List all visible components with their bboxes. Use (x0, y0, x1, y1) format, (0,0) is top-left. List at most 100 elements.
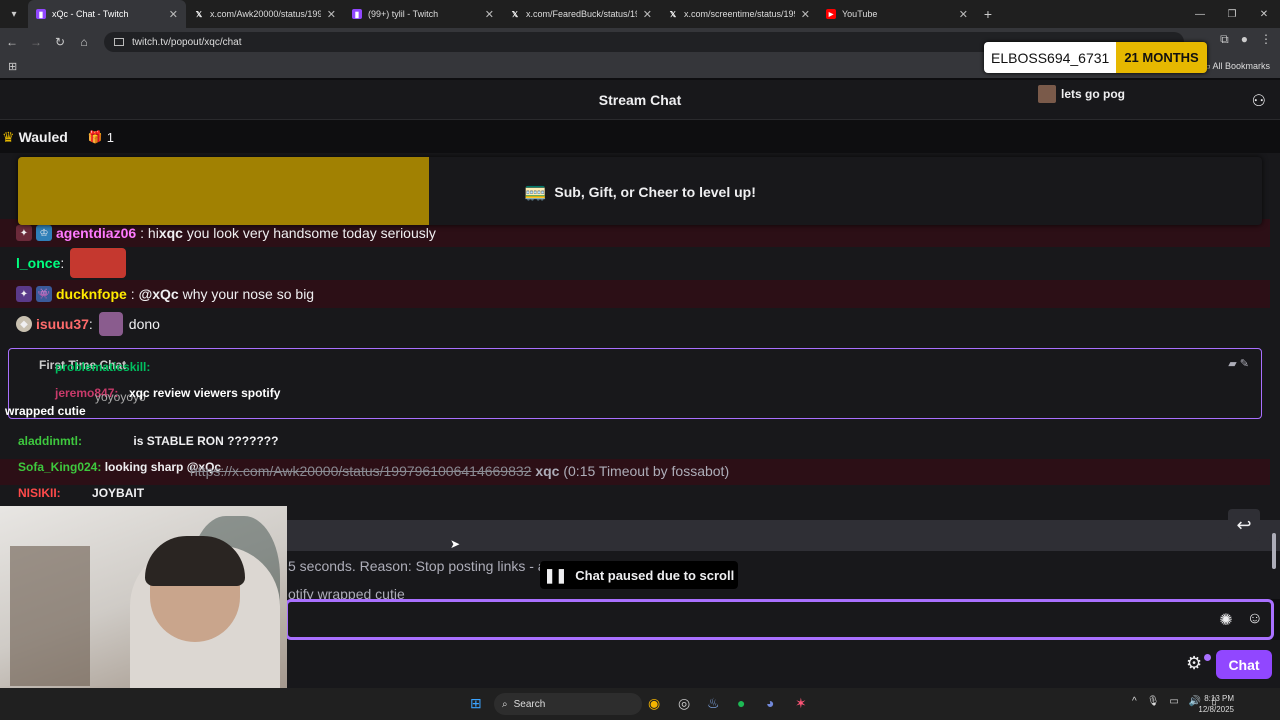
new-tab-button[interactable]: + (976, 6, 1000, 22)
chat-username[interactable]: l_once (16, 255, 60, 271)
crown-icon: ♛ (2, 128, 15, 145)
close-icon[interactable]: ✕ (643, 8, 652, 21)
emote-image (70, 248, 127, 278)
close-icon[interactable]: ✕ (801, 8, 810, 21)
tab-3[interactable]: 𝕏 x.com/FearedBuck/status/1998 ✕ (502, 0, 660, 28)
minimize-icon[interactable]: — (1184, 0, 1216, 28)
mic-icon[interactable]: 🎙 (1147, 696, 1160, 707)
mod-reason-continued: otify wrapped cutie (288, 586, 405, 599)
chat-message[interactable]: aladdinmtl: is STABLE RON ??????? (18, 434, 278, 448)
pinned-user[interactable]: Wauled (19, 129, 68, 145)
close-icon[interactable]: ✕ (485, 8, 494, 21)
tab-title: YouTube (842, 9, 878, 19)
tab-1[interactable]: 𝕏 x.com/Awk20000/status/19980 ✕ (186, 0, 344, 28)
tab-4[interactable]: 𝕏 x.com/screentime/status/19980 ✕ (660, 0, 818, 28)
youtube-icon: ▶ (826, 9, 836, 19)
app-icon[interactable]: ✶ (795, 695, 807, 712)
all-bookmarks-link[interactable]: ▭ All Bookmarks (1202, 61, 1270, 72)
tab-title: xQc - Chat - Twitch (52, 9, 129, 19)
tab-5[interactable]: ▶ YouTube ✕ (818, 0, 976, 28)
discord-icon[interactable]: ◕ (766, 695, 774, 711)
tab-title: x.com/FearedBuck/status/1998 (526, 9, 637, 19)
chat-paused-button[interactable]: ❚❚ Chat paused due to scroll (540, 561, 738, 589)
site-info-icon[interactable] (114, 38, 124, 46)
profile-icon[interactable]: ● (1241, 32, 1248, 47)
hype-train-label: 🚃 Sub, Gift, or Cheer to level up! (524, 181, 756, 202)
hype-train-banner[interactable]: 🚃 Sub, Gift, or Cheer to level up! (18, 157, 1262, 225)
taskbar-search-label: Search (513, 698, 546, 710)
chat-username[interactable]: NISIKII: (18, 486, 61, 500)
chat-username[interactable]: ducknfope (56, 286, 127, 302)
chat-text: why your nose so big (178, 286, 315, 302)
hype-train-text: Sub, Gift, or Cheer to level up! (554, 183, 756, 200)
first-time-chat-box[interactable]: First Time Chat problematicskill: jeremo… (5, 348, 1262, 419)
tab-search-icon[interactable]: ▾ (0, 0, 28, 28)
gear-icon[interactable]: ⚙ (1186, 653, 1202, 674)
extensions-icon[interactable]: ⧉ (1220, 32, 1229, 47)
mouse-cursor-icon: ➤ (450, 537, 461, 551)
chat-message[interactable]: ◆ isuuu37 : dono (0, 310, 1270, 338)
obs-icon[interactable]: ◎ (678, 695, 690, 712)
chat-input-wrapper: ✺ ☺ (285, 599, 1274, 640)
chat-username[interactable]: Sofa_King024: (18, 460, 101, 474)
chat-username[interactable]: aladdinmtl: (18, 434, 82, 448)
chat-colon: : (60, 255, 65, 271)
edit-icon[interactable]: ▰ ✎ (1228, 357, 1249, 370)
chrome-icon[interactable]: ◉ (648, 695, 660, 712)
clock-date: 12/8/2025 (1198, 705, 1234, 714)
twitch-icon: ▮ (352, 9, 362, 19)
browser-tab-bar: ▾ ▮ xQc - Chat - Twitch ✕ 𝕏 x.com/Awk200… (0, 0, 1280, 28)
scrollbar-thumb[interactable] (1272, 533, 1276, 569)
sub-badge-icon: ✦ (16, 286, 32, 302)
menu-icon[interactable]: ⋮ (1260, 32, 1272, 47)
home-icon[interactable]: ⌂ (72, 35, 96, 49)
chat-input[interactable] (294, 608, 1174, 632)
tab-title: (99+) tylil - Twitch (368, 9, 439, 19)
chat-text: is STABLE RON ??????? (133, 434, 279, 448)
spotify-icon[interactable]: ● (737, 695, 745, 711)
chevron-up-icon[interactable]: ^ (1132, 696, 1137, 707)
sub-alert-months: 21 MONTHS (1116, 42, 1207, 73)
prime-badge-icon: ♔ (36, 225, 52, 241)
tab-2[interactable]: ▮ (99+) tylil - Twitch ✕ (344, 0, 502, 28)
reply-button[interactable]: ↩ (1228, 509, 1260, 541)
chat-message[interactable]: l_once : (0, 248, 1270, 278)
chat-colon: : (140, 225, 148, 241)
steam-icon[interactable]: ♨ (707, 695, 720, 712)
taskbar-search[interactable]: ⌕ Search (494, 693, 642, 715)
start-icon[interactable]: ⊞ (470, 695, 482, 712)
overlay-message-text: lets go pog (1061, 87, 1125, 101)
twitch-icon: ▮ (36, 9, 46, 19)
search-icon: ⌕ (502, 698, 508, 710)
chat-username[interactable]: problematicskill: (55, 360, 150, 374)
tab-0[interactable]: ▮ xQc - Chat - Twitch ✕ (28, 0, 186, 28)
maximize-icon[interactable]: ❐ (1216, 0, 1248, 28)
chat-scrollbar[interactable] (1272, 161, 1276, 571)
close-icon[interactable]: ✕ (169, 8, 178, 21)
game-badge-icon: 👾 (36, 286, 52, 302)
emote-picker-icon[interactable]: ☺ (1247, 610, 1263, 630)
forward-icon[interactable]: → (24, 35, 48, 49)
chat-mention: xqc (535, 463, 560, 479)
chat-username[interactable]: agentdiaz06 (56, 225, 136, 241)
reload-icon[interactable]: ↻ (48, 35, 72, 49)
bits-icon[interactable]: ✺ (1219, 610, 1232, 630)
chat-text-continued: wrapped cutie (5, 404, 86, 418)
gift-icon: 🎁 (87, 130, 103, 144)
network-icon[interactable]: ▭ (1169, 696, 1178, 707)
chat-username[interactable]: isuuu37 (36, 316, 89, 332)
chat-message[interactable]: ✦ 👾 ducknfope : @xQc why your nose so bi… (0, 280, 1270, 308)
back-icon[interactable]: ← (0, 35, 24, 49)
chat-message[interactable]: NISIKII: JOYBAIT (18, 486, 144, 500)
community-icon[interactable]: ⚇ (1252, 91, 1266, 111)
apps-grid-icon[interactable]: ⊞ (8, 60, 17, 73)
taskbar-clock[interactable]: 8:13 PM 12/8/2025 (1198, 693, 1234, 715)
train-icon: 🚃 (524, 181, 547, 201)
send-chat-button[interactable]: Chat (1216, 650, 1272, 679)
windows-taskbar: ⊞ ⌕ Search ◉ ◎ ♨ ● ◕ ✶ ^ 🎙 ▭ 🔊 ▯ 8:13 PM… (0, 688, 1280, 720)
close-icon[interactable]: ✕ (959, 8, 968, 21)
close-window-icon[interactable]: ✕ (1248, 0, 1280, 28)
chat-text: you look very handsome today seriously (182, 225, 436, 241)
close-icon[interactable]: ✕ (327, 8, 336, 21)
sub-badge-icon: ✦ (16, 225, 32, 241)
